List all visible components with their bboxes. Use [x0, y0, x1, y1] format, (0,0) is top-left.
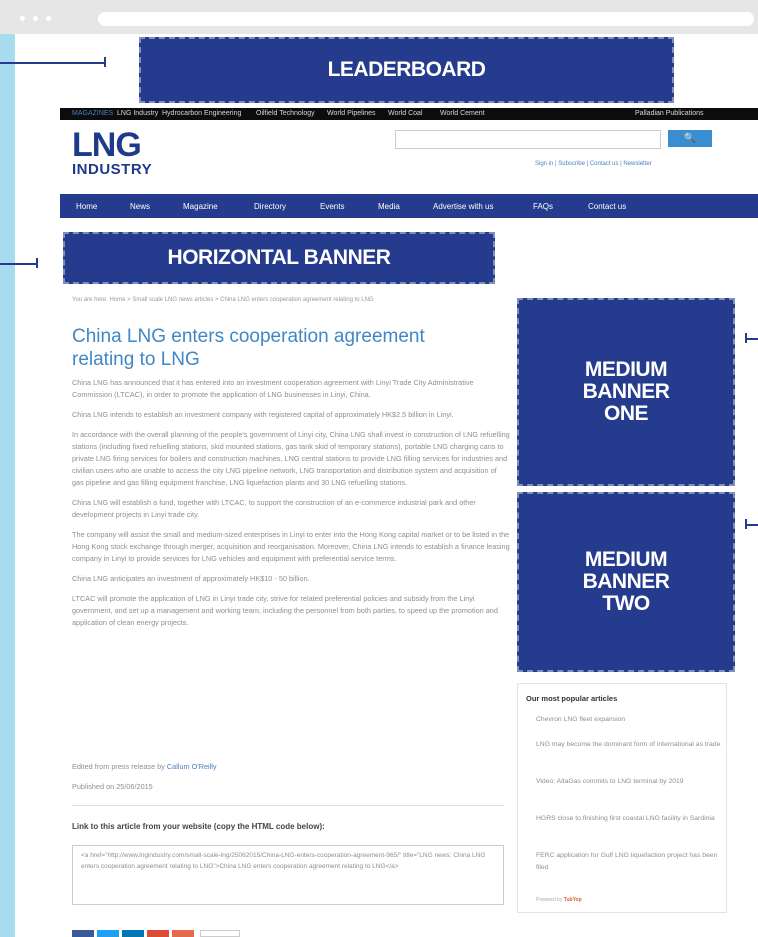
medium-banner-two-ad[interactable]: MEDIUM BANNER TWO [517, 492, 735, 672]
powered-by-label: Powered by [536, 897, 563, 903]
topnav-item[interactable]: World Pipelines [327, 110, 376, 117]
share-count-box [200, 930, 240, 937]
medium-banner-two-label: TWO [602, 592, 650, 615]
medium-banner-one-pointer-tick [745, 333, 747, 343]
share-facebook-button[interactable] [72, 930, 94, 937]
medium-banner-two-label: BANNER [582, 570, 670, 593]
nav-news[interactable]: News [130, 202, 150, 211]
window-dot-icon [33, 16, 38, 21]
logo-text-sub: INDUSTRY [72, 161, 153, 178]
nav-media[interactable]: Media [378, 202, 400, 211]
share-linkedin-button[interactable] [122, 930, 144, 937]
horizontal-banner-pointer-tick [36, 258, 38, 268]
topnav-item[interactable]: Hydrocarbon Engineering [162, 110, 241, 117]
leaderboard-ad[interactable]: LEADERBOARD [139, 37, 674, 103]
horizontal-banner-label: HORIZONTAL BANNER [167, 246, 391, 269]
window-dot-icon [46, 16, 51, 21]
search-input[interactable] [395, 130, 661, 149]
share-email-button[interactable] [172, 930, 194, 937]
popular-articles-widget: Our most popular articles Chevron LNG fl… [517, 683, 727, 913]
leaderboard-pointer [0, 62, 106, 64]
nav-advertise[interactable]: Advertise with us [433, 202, 493, 211]
share-google-button[interactable] [147, 930, 169, 937]
popular-heading: Our most popular articles [526, 694, 618, 703]
leaderboard-label: LEADERBOARD [327, 58, 486, 81]
browser-toolbar [0, 0, 758, 34]
embed-code-textarea[interactable]: <a href="http://www.lngindustry.com/smal… [72, 845, 504, 905]
window-dot-icon [20, 16, 25, 21]
topnav-item[interactable]: Oilfield Technology [256, 110, 315, 117]
horizontal-banner-pointer [0, 263, 38, 265]
publications-nav: MAGAZINES LNG Industry Hydrocarbon Engin… [60, 108, 758, 120]
article-paragraph: China LNG has announced that it has ente… [72, 378, 474, 399]
medium-banner-one-label: ONE [603, 402, 649, 425]
article-paragraph: China LNG anticipates an investment of a… [72, 574, 310, 583]
topnav-item[interactable]: World Coal [388, 110, 423, 117]
search-button[interactable]: 🔍 [668, 130, 712, 147]
nav-magazine[interactable]: Magazine [183, 202, 218, 211]
medium-banner-two-label: MEDIUM [584, 548, 668, 571]
logo-text-main: LNG [72, 126, 142, 164]
breadcrumb[interactable]: You are here: Home > Small scale LNG new… [72, 297, 374, 303]
popular-article-link[interactable]: FERC application for Gulf LNG liquefacti… [536, 850, 721, 874]
published-date: Published on 25/06/2015 [72, 782, 153, 791]
topnav-item[interactable]: World Cement [440, 110, 485, 117]
nav-directory[interactable]: Directory [254, 202, 286, 211]
medium-banner-one-ad[interactable]: MEDIUM BANNER ONE [517, 298, 735, 486]
popular-article-link[interactable]: LNG may become the dominant form of inte… [536, 739, 721, 751]
popular-article-link[interactable]: Chevron LNG fleet expansion [536, 714, 721, 726]
leaderboard-pointer-tick [104, 57, 106, 67]
article-paragraph: The company will assist the small and me… [72, 530, 510, 563]
byline-prefix: Edited from press release by [72, 762, 165, 771]
article-paragraph: China LNG will establish a fund, togethe… [72, 498, 476, 519]
article-body: China LNG has announced that it has ente… [72, 377, 510, 637]
share-twitter-button[interactable] [97, 930, 119, 937]
account-links[interactable]: Sign in | Subscribe | Contact us | Newsl… [535, 161, 652, 167]
article-title: China LNG enters cooperation agreement r… [72, 326, 425, 370]
nav-events[interactable]: Events [320, 202, 344, 211]
link-section-heading: Link to this article from your website (… [72, 822, 325, 831]
powered-by-brand[interactable]: TubYop [564, 897, 582, 903]
topnav-right[interactable]: Palladian Publications [635, 110, 704, 117]
medium-banner-two-pointer-tick [745, 519, 747, 529]
powered-by: Powered by TubYop [536, 897, 582, 903]
nav-home[interactable]: Home [76, 202, 97, 211]
article-paragraph: China LNG intends to establish an invest… [72, 410, 454, 419]
site-logo[interactable]: LNG INDUSTRY [72, 128, 152, 177]
article-byline: Edited from press release by Callum O'Re… [72, 762, 217, 771]
popular-article-link[interactable]: Video: AltaGas commits to LNG terminal b… [536, 776, 721, 788]
popular-article-link[interactable]: HGRS close to finishing first coastal LN… [536, 813, 721, 825]
author-link[interactable]: Callum O'Reilly [167, 762, 217, 771]
medium-banner-one-label: MEDIUM [584, 358, 668, 381]
article-paragraph: LTCAC will promote the application of LN… [72, 594, 498, 627]
medium-banner-one-label: BANNER [582, 380, 670, 403]
topnav-item[interactable]: MAGAZINES [72, 110, 113, 117]
main-nav: Home News Magazine Directory Events Medi… [60, 194, 758, 218]
section-divider [72, 805, 504, 806]
nav-faqs[interactable]: FAQs [533, 202, 553, 211]
search-icon: 🔍 [683, 133, 697, 144]
article-paragraph: In accordance with the overall planning … [72, 430, 510, 487]
horizontal-banner-ad[interactable]: HORIZONTAL BANNER [63, 232, 495, 284]
topnav-item[interactable]: LNG Industry [117, 110, 158, 117]
nav-contact[interactable]: Contact us [588, 202, 626, 211]
address-bar[interactable] [98, 12, 754, 26]
